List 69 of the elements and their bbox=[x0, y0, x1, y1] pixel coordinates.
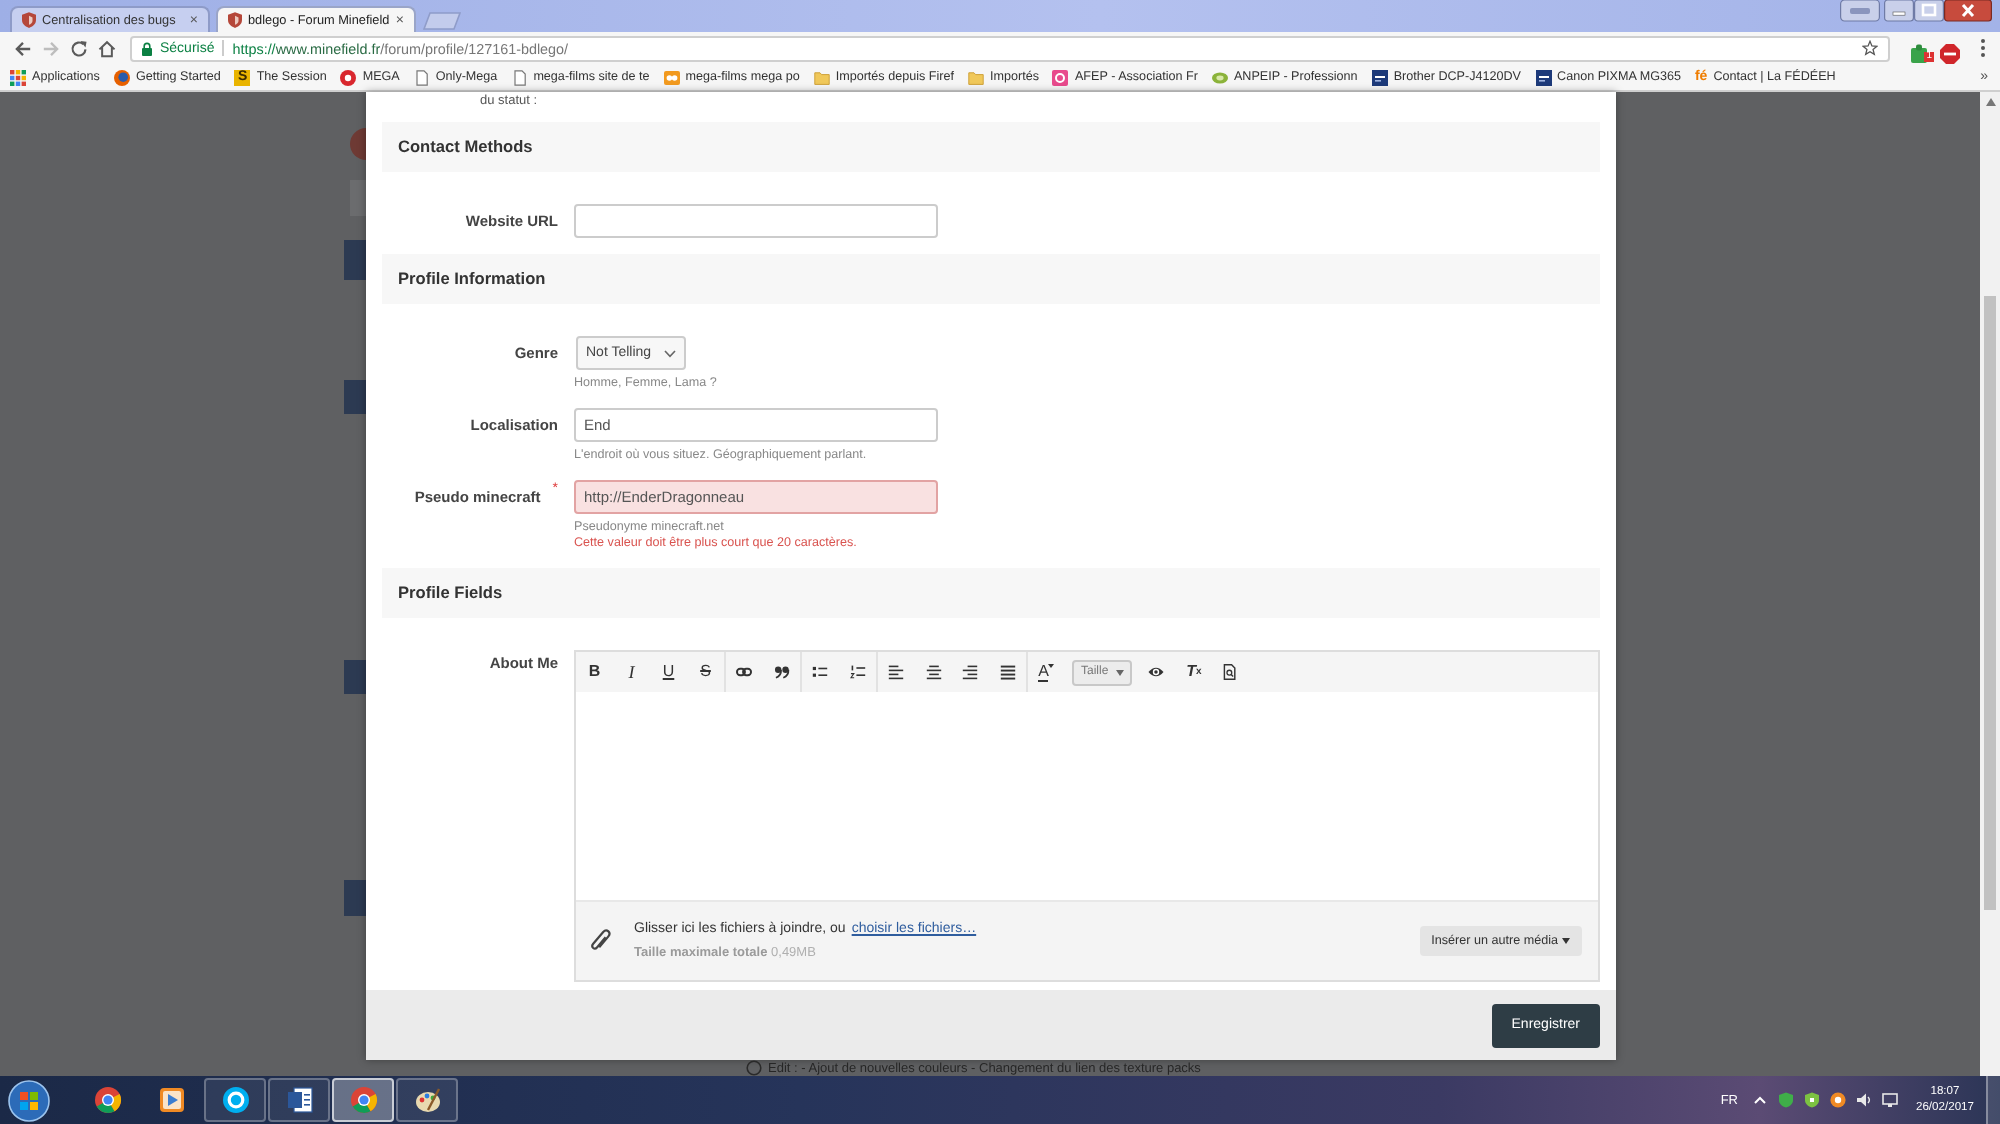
monitor-icon[interactable] bbox=[1881, 1092, 1898, 1108]
minimize-button[interactable] bbox=[1884, 0, 1914, 22]
paperclip-icon bbox=[590, 928, 612, 954]
close-button[interactable] bbox=[1944, 0, 1992, 22]
caret-icon bbox=[1048, 663, 1055, 667]
ring-icon[interactable] bbox=[1829, 1092, 1846, 1108]
taskbar-button[interactable] bbox=[204, 1078, 266, 1122]
scroll-up-arrow-icon[interactable] bbox=[1985, 98, 1995, 106]
justify-icon[interactable] bbox=[999, 664, 1016, 680]
align-right-icon[interactable] bbox=[962, 664, 979, 680]
section-header: Profile Information bbox=[382, 254, 1600, 304]
shield-icon bbox=[22, 12, 36, 28]
quote-icon[interactable] bbox=[773, 664, 790, 680]
scrollbar-thumb[interactable] bbox=[1984, 296, 1996, 910]
maximize-button[interactable] bbox=[1914, 0, 1944, 22]
document-icon bbox=[285, 1086, 313, 1114]
tile-icon bbox=[1371, 69, 1388, 85]
strikethrough-button[interactable]: S bbox=[687, 652, 724, 692]
speaker-icon[interactable] bbox=[1855, 1092, 1872, 1108]
numbered-list-icon[interactable] bbox=[849, 664, 866, 680]
reload-icon[interactable] bbox=[70, 39, 88, 57]
align-center-icon[interactable] bbox=[925, 664, 942, 680]
page-icon bbox=[413, 69, 430, 85]
section-header: Profile Fields bbox=[382, 568, 1600, 618]
menu-icon[interactable] bbox=[1980, 38, 1986, 58]
underline-button[interactable]: U bbox=[650, 652, 687, 692]
back-arrow-icon[interactable] bbox=[14, 39, 32, 57]
align-left-icon[interactable] bbox=[888, 664, 905, 680]
home-icon[interactable] bbox=[98, 39, 116, 57]
extension-icon[interactable] bbox=[1910, 43, 1930, 63]
browser-icon bbox=[349, 1086, 377, 1114]
caret-icon bbox=[1562, 938, 1570, 944]
tile-icon bbox=[663, 69, 680, 85]
oval-logo-icon bbox=[1211, 69, 1228, 85]
browser-icon bbox=[93, 1086, 121, 1114]
taskbar-button[interactable] bbox=[396, 1078, 458, 1122]
text-field[interactable] bbox=[574, 204, 938, 238]
section-header: Contact Methods bbox=[382, 122, 1600, 172]
play-icon bbox=[157, 1086, 185, 1114]
star-icon[interactable] bbox=[1862, 40, 1878, 56]
eye-icon[interactable] bbox=[1148, 664, 1165, 680]
folder-icon bbox=[967, 69, 984, 85]
taskbar-button[interactable] bbox=[268, 1078, 330, 1122]
tile-icon bbox=[1535, 69, 1552, 85]
link-icon[interactable] bbox=[736, 664, 753, 680]
shield-icon bbox=[228, 12, 242, 28]
caret-icon bbox=[1116, 669, 1125, 675]
bold-button[interactable]: B bbox=[576, 652, 613, 692]
chevron-down-icon bbox=[663, 349, 676, 357]
app-grid-icon bbox=[10, 69, 26, 85]
circle-logo-icon bbox=[113, 69, 130, 85]
shield-icon[interactable] bbox=[1803, 1092, 1820, 1108]
chevron-up-icon[interactable] bbox=[1751, 1092, 1768, 1108]
italic-button[interactable]: I bbox=[613, 652, 650, 692]
show-desktop-button[interactable] bbox=[1986, 1076, 2000, 1124]
tile-icon bbox=[1052, 69, 1069, 85]
palette-icon bbox=[413, 1086, 441, 1114]
page-icon bbox=[511, 69, 528, 85]
document-search-icon[interactable] bbox=[1222, 664, 1239, 680]
disc-icon bbox=[340, 69, 357, 85]
text-color-button[interactable]: A bbox=[1028, 652, 1065, 692]
circle-icon bbox=[746, 1060, 762, 1076]
start-button[interactable] bbox=[8, 1079, 50, 1121]
bulleted-list-icon[interactable] bbox=[812, 664, 829, 680]
profile-button[interactable] bbox=[1840, 0, 1880, 22]
stop-sign-icon[interactable] bbox=[1940, 43, 1960, 63]
folder-icon bbox=[813, 69, 830, 85]
lock-icon bbox=[142, 41, 152, 55]
ring-logo-icon bbox=[221, 1086, 249, 1114]
